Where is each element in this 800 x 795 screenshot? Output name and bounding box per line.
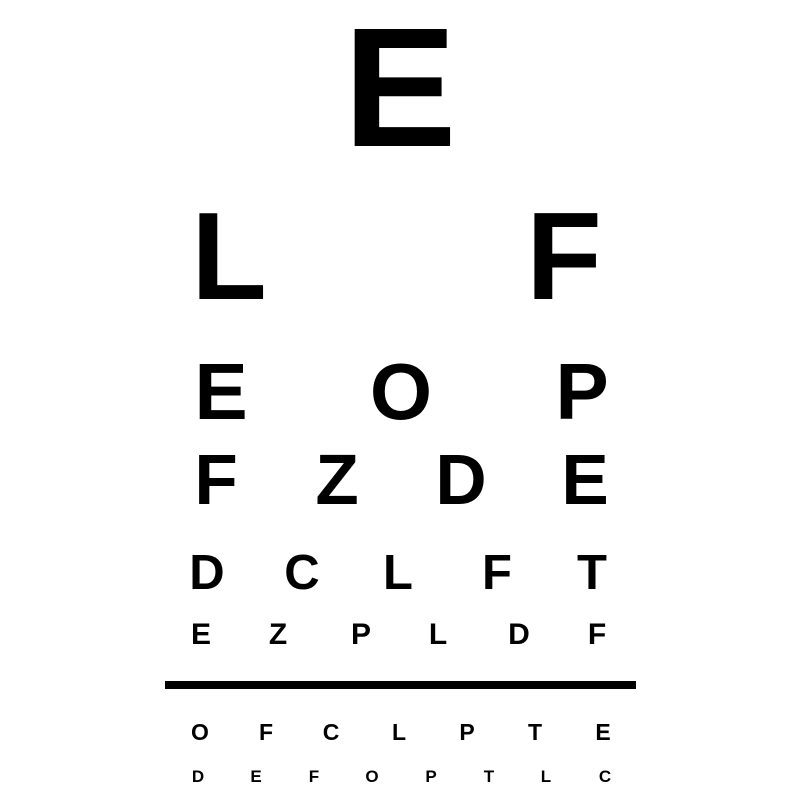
row-4-letter-3: D	[435, 441, 487, 520]
row-4-letter-4: E	[561, 441, 609, 520]
row-3-letter-3: P	[555, 347, 609, 436]
row-4-letter-2: Z	[315, 441, 359, 520]
row-3-letter-2: O	[369, 347, 433, 436]
row-7-letter-5: P	[459, 719, 475, 745]
divider-line	[165, 681, 636, 689]
row-4-letter-1: F	[194, 441, 238, 520]
row-2-letter-1: L	[191, 188, 267, 326]
row-7-letter-2: F	[258, 719, 274, 745]
row-8-letter-6: T	[483, 767, 495, 786]
row-6-letter-2: Z	[268, 618, 288, 651]
row-6-letter-5: D	[508, 618, 530, 651]
row-7-letter-7: E	[595, 719, 611, 745]
row-3-letter-1: E	[194, 347, 248, 436]
row-8-letter-5: P	[425, 767, 437, 786]
row-8-letter-1: D	[191, 767, 205, 786]
row-1-letter-1: E	[343, 0, 457, 183]
row-7-letter-1: O	[191, 719, 209, 745]
row-8-letter-8: C	[598, 767, 612, 786]
row-6-letter-6: F	[587, 618, 607, 651]
row-8-letter-7: L	[540, 767, 552, 786]
row-7-letter-4: L	[391, 719, 407, 745]
row-2-letter-2: F	[526, 188, 602, 326]
row-8-letter-2: E	[250, 767, 262, 786]
row-6-letter-3: P	[350, 618, 372, 651]
eye-chart: E L F E O P F Z D E D C L F T E Z P L D …	[0, 0, 800, 795]
row-5-letter-3: L	[383, 546, 413, 600]
row-6-letter-1: E	[190, 618, 212, 651]
row-7-letter-6: T	[527, 719, 543, 745]
row-5-letter-4: F	[482, 546, 512, 600]
row-5-letter-5: T	[577, 546, 607, 600]
row-5-letter-2: C	[284, 546, 320, 600]
row-8-letter-3: F	[308, 767, 320, 786]
row-6-letter-4: L	[428, 618, 448, 651]
row-7-letter-3: C	[322, 719, 340, 745]
row-5-letter-1: D	[189, 546, 225, 600]
row-8-letter-4: O	[365, 767, 379, 786]
